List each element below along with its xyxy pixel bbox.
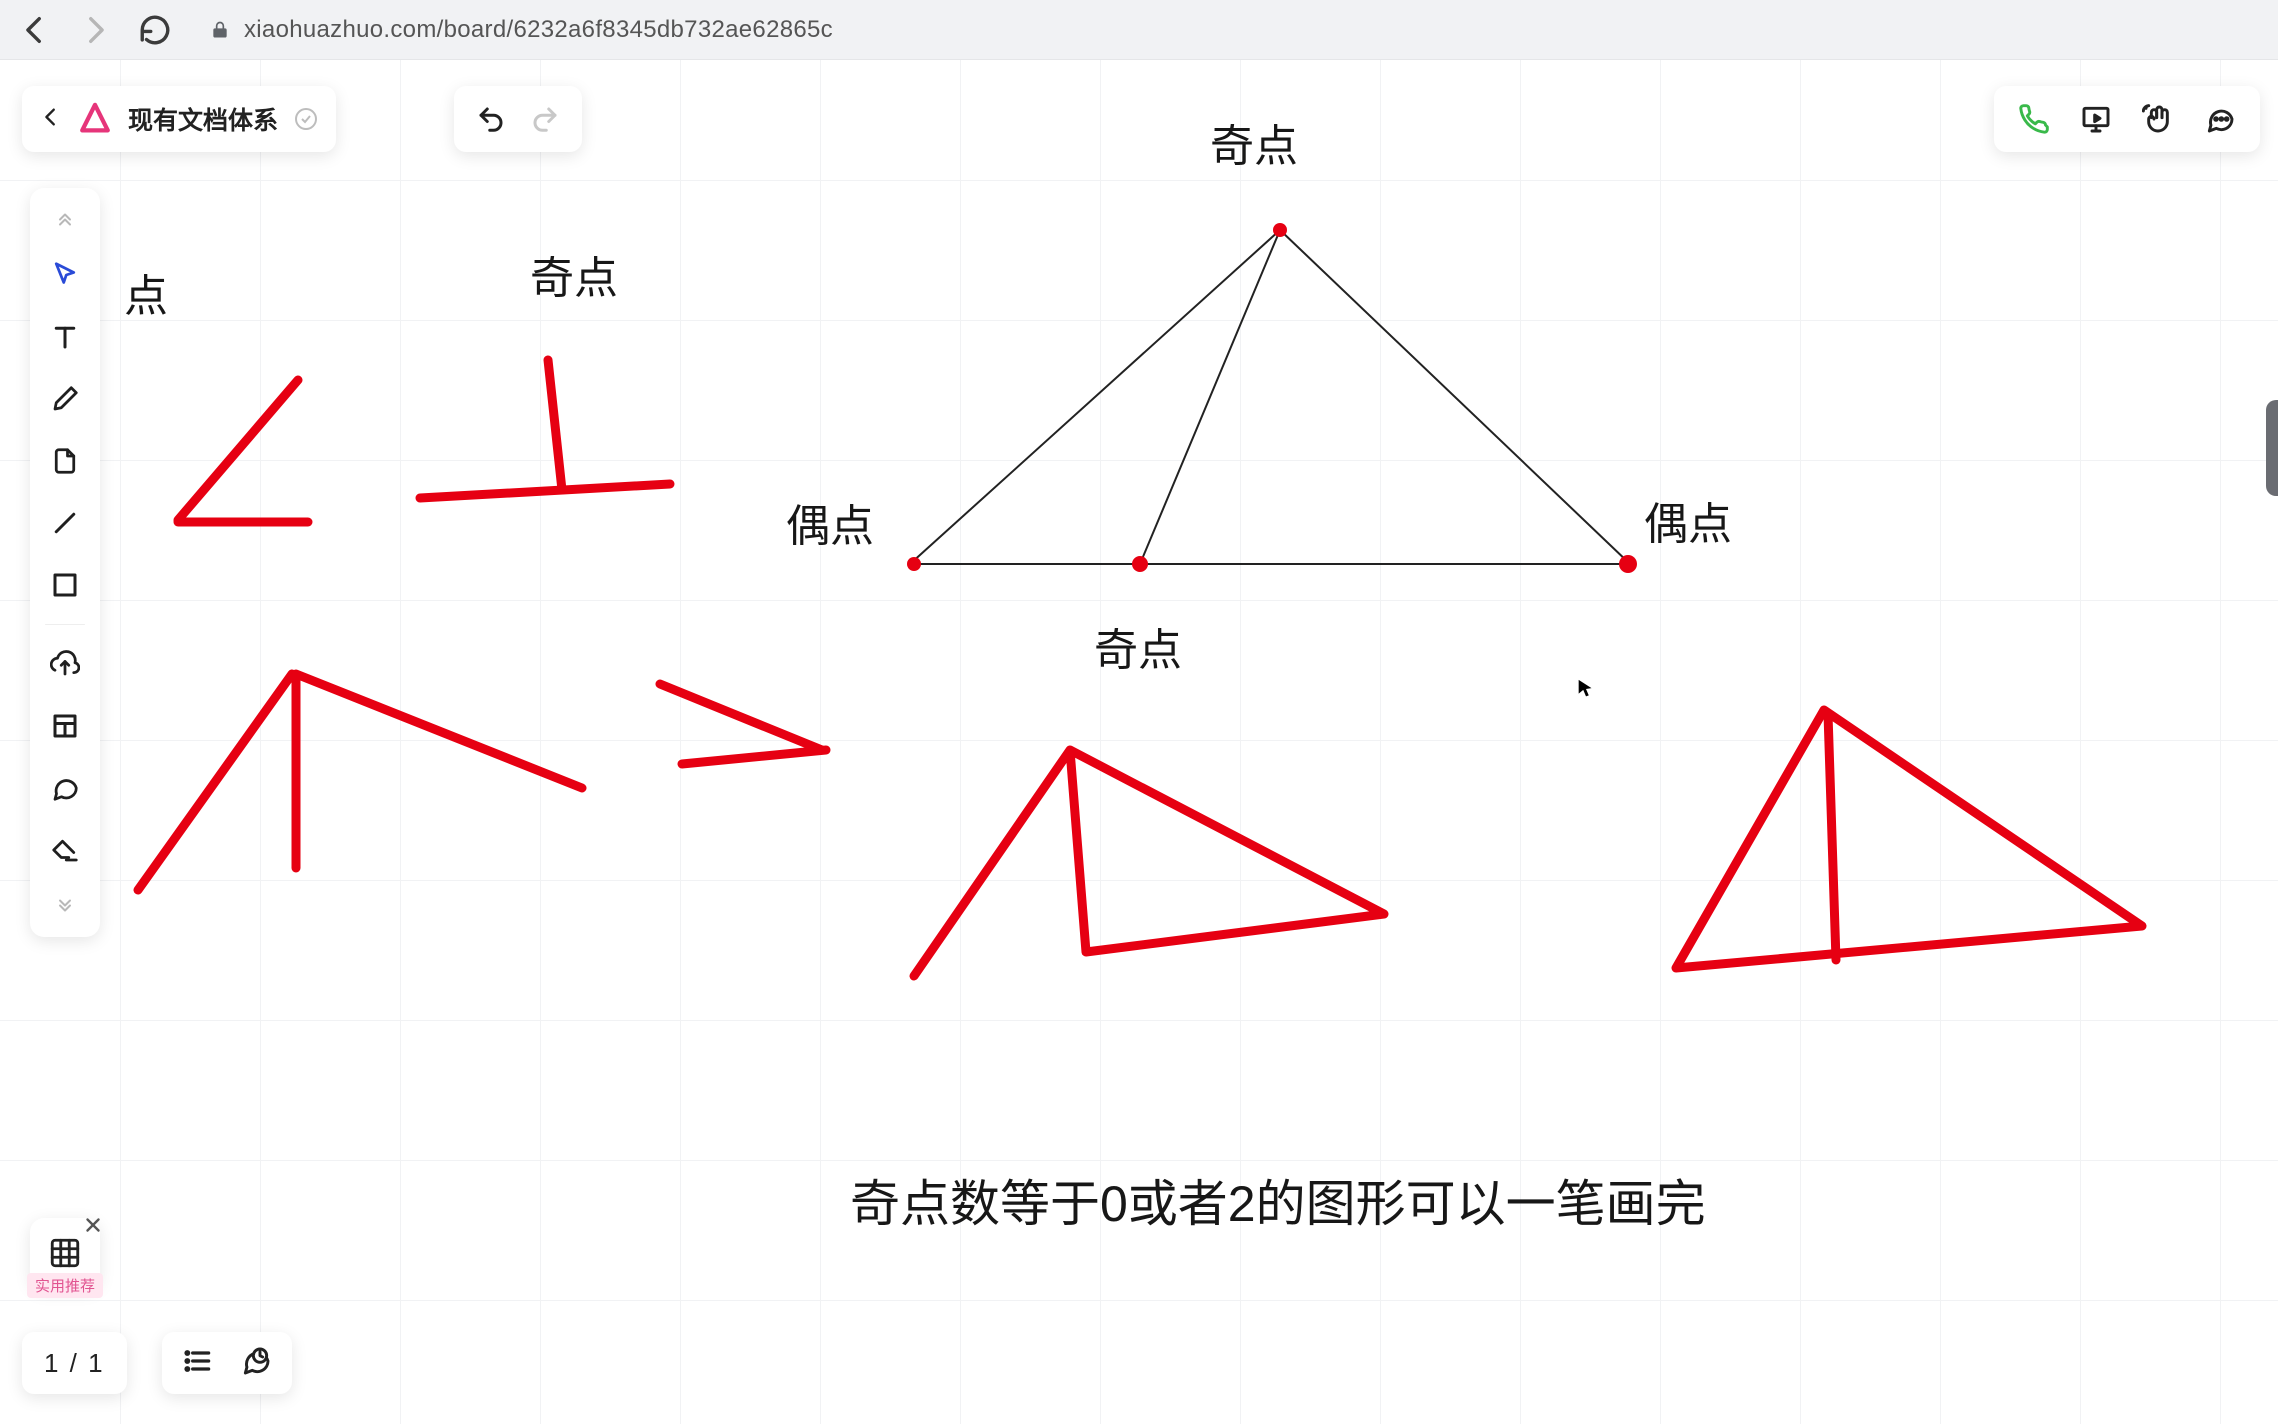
toolbar-separator	[45, 624, 85, 625]
canvas-label-tri-top: 奇点	[1210, 110, 1298, 174]
canvas-cursor-icon	[1575, 678, 1597, 700]
browser-forward-button[interactable]	[78, 13, 112, 47]
page-indicator[interactable]: 1 / 1	[22, 1332, 127, 1394]
call-button[interactable]	[2018, 103, 2050, 135]
frame-tool[interactable]	[42, 703, 88, 749]
lock-icon	[210, 20, 230, 40]
address-bar[interactable]: xiaohuazhuo.com/board/6232a6f8345db732ae…	[198, 8, 2260, 52]
select-tool[interactable]	[42, 252, 88, 298]
left-toolbar	[30, 188, 100, 937]
top-actions-pill	[1994, 86, 2260, 152]
browser-back-button[interactable]	[18, 13, 52, 47]
doc-title[interactable]: 现有文档体系	[128, 101, 278, 137]
canvas-label-mid-odd: 奇点	[530, 242, 618, 306]
canvas-label-tri-bottom: 奇点	[1094, 614, 1182, 678]
text-tool[interactable]	[42, 314, 88, 360]
rect-tool[interactable]	[42, 562, 88, 608]
eraser-tool[interactable]	[42, 827, 88, 873]
address-text: xiaohuazhuo.com/board/6232a6f8345db732ae…	[244, 16, 833, 44]
wave-button[interactable]	[2142, 103, 2174, 135]
chat-button[interactable]	[2204, 103, 2236, 135]
canvas-note: 奇点数等于0或者2的图形可以一笔画完	[850, 1164, 1706, 1236]
toolbar-expand-down-button[interactable]	[42, 889, 88, 917]
file-tool[interactable]	[42, 438, 88, 484]
pen-tool[interactable]	[42, 376, 88, 422]
whiteboard-app: 现有文档体系	[0, 60, 2278, 1424]
history-pill	[454, 86, 582, 152]
canvas-label-left-trunc: 点	[124, 260, 168, 324]
page-indicator-label: 1 / 1	[44, 1348, 105, 1379]
sync-status-icon	[294, 107, 318, 131]
toolbar-collapse-up-button[interactable]	[42, 208, 88, 236]
feedback-button[interactable]	[240, 1345, 272, 1382]
grid-widget-button[interactable]: 实用推荐	[30, 1218, 100, 1288]
present-button[interactable]	[2080, 103, 2112, 135]
comment-tool[interactable]	[42, 765, 88, 811]
canvas-label-tri-right: 偶点	[1644, 488, 1732, 552]
browser-reload-button[interactable]	[138, 13, 172, 47]
outline-button[interactable]	[182, 1345, 214, 1382]
doc-title-pill: 现有文档体系	[22, 86, 336, 152]
app-logo-icon	[78, 102, 112, 136]
grid-widget-badge: 实用推荐	[27, 1273, 103, 1298]
undo-button[interactable]	[476, 104, 506, 134]
bottom-aux-pill	[162, 1332, 292, 1394]
right-drawer-handle[interactable]	[2266, 400, 2278, 496]
close-icon[interactable]	[82, 1214, 104, 1236]
back-to-docs-button[interactable]	[40, 106, 62, 133]
upload-tool[interactable]	[42, 641, 88, 687]
canvas-label-tri-left: 偶点	[786, 490, 874, 554]
line-tool[interactable]	[42, 500, 88, 546]
browser-bar: xiaohuazhuo.com/board/6232a6f8345db732ae…	[0, 0, 2278, 60]
redo-button[interactable]	[530, 104, 560, 134]
